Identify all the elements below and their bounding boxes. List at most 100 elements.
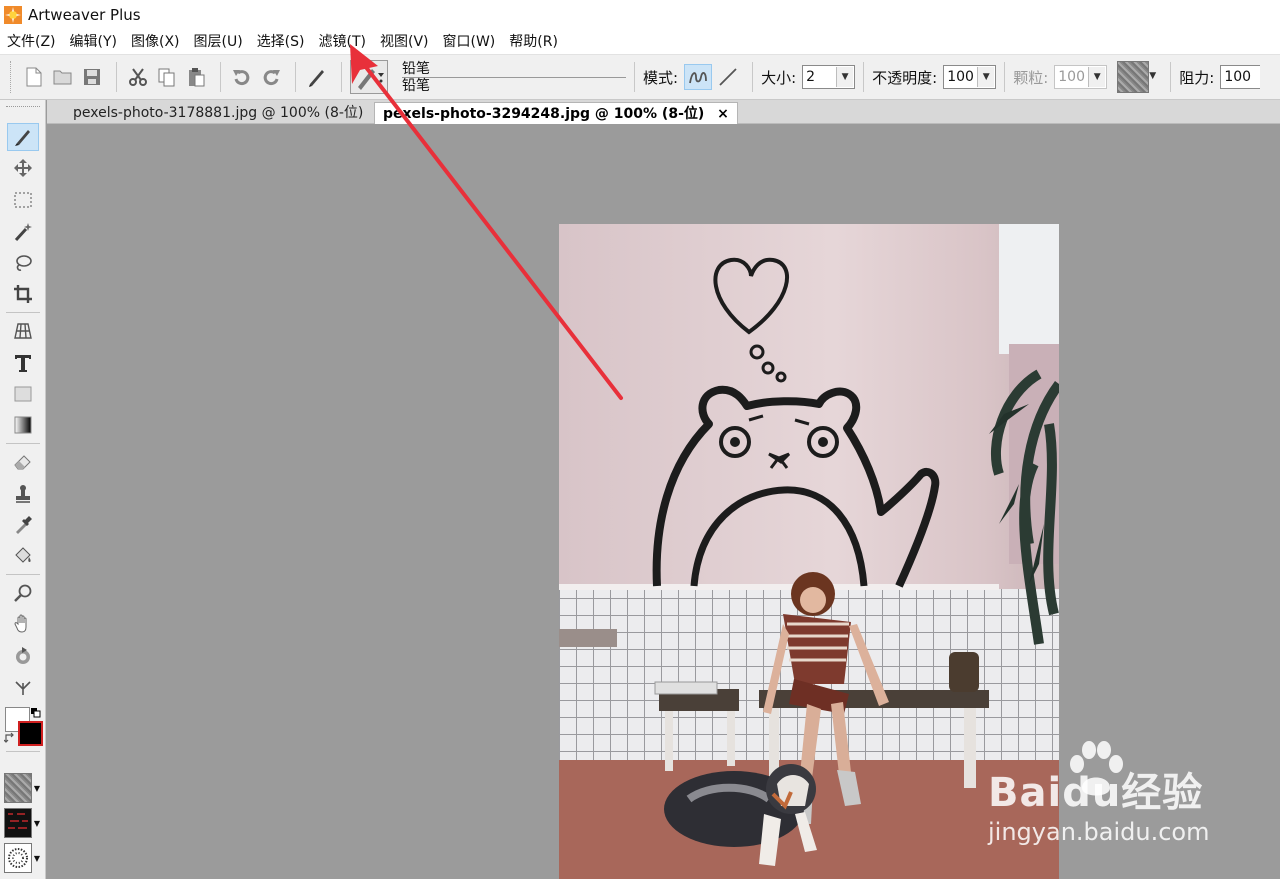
chevron-down-icon[interactable]: ▼ <box>977 67 995 87</box>
copy-button[interactable] <box>154 64 180 90</box>
toolbar-separator <box>295 62 296 92</box>
rect-select-tool[interactable] <box>7 186 39 214</box>
chevron-down-icon[interactable]: ▼ <box>32 808 42 838</box>
size-label: 大小: <box>761 68 797 87</box>
pencil-icon <box>309 70 324 87</box>
shape-tool[interactable] <box>7 380 39 408</box>
menu-edit[interactable]: 编辑(Y) <box>63 30 124 54</box>
pattern-preset-swatch[interactable] <box>4 808 32 838</box>
redo-button[interactable] <box>258 64 284 90</box>
opacity-value: 100 <box>947 69 974 85</box>
brush-tip-preset-swatch[interactable] <box>4 843 32 873</box>
move-icon <box>14 159 32 177</box>
tools-separator <box>6 312 40 313</box>
new-file-button[interactable] <box>21 64 47 90</box>
preset-variant-label: 铅笔 <box>402 76 626 94</box>
close-icon[interactable]: × <box>717 106 729 122</box>
menu-layer[interactable]: 图层(U) <box>187 30 250 54</box>
menu-filter[interactable]: 滤镜(T) <box>312 30 373 54</box>
tools-separator <box>6 443 40 444</box>
swap-colors-icon[interactable] <box>4 732 16 744</box>
grain-label: 颗粒: <box>1013 68 1049 87</box>
crop-tool[interactable] <box>7 280 39 308</box>
chevron-down-icon[interactable]: ▼ <box>836 67 854 87</box>
menu-file[interactable]: 文件(Z) <box>0 30 63 54</box>
watermark-brand: Baidu经验 <box>988 770 1204 816</box>
brush-preset-selector[interactable] <box>350 60 388 94</box>
eraser-tool[interactable] <box>7 448 39 476</box>
tab-document-2[interactable]: pexels-photo-3294248.jpg @ 100% (8-位) × <box>374 102 738 124</box>
panel-grip[interactable] <box>6 106 40 107</box>
resistance-combo[interactable]: 100 <box>1220 65 1261 89</box>
clone-stamp-tool[interactable] <box>7 480 39 508</box>
text-tool[interactable] <box>7 349 39 377</box>
tab-label: pexels-photo-3178881.jpg @ 100% (8-位) <box>73 105 364 121</box>
grain-combo[interactable]: 100 ▼ <box>1054 65 1108 89</box>
menu-view[interactable]: 视图(V) <box>373 30 436 54</box>
brush-tool[interactable] <box>7 123 39 151</box>
opacity-combo[interactable]: 100 ▼ <box>943 65 997 89</box>
toolbar-separator <box>752 62 754 92</box>
eraser-icon <box>14 455 31 470</box>
brush-preset-names: 铅笔 铅笔 <box>402 61 626 94</box>
toolbar-separator <box>116 62 117 92</box>
baidu-watermark: Baidu经验 jingyan.baidu.com <box>980 738 1250 858</box>
freehand-mode-button[interactable] <box>684 64 713 90</box>
hand-tool[interactable] <box>7 610 39 638</box>
cut-button[interactable] <box>125 64 151 90</box>
chevron-down-icon[interactable]: ▼ <box>32 843 42 873</box>
copy-icon <box>158 68 175 87</box>
rectangle-shape-icon <box>14 386 32 402</box>
symmetry-tool[interactable] <box>7 673 39 701</box>
undo-button[interactable] <box>229 64 255 90</box>
toolbar-separator <box>863 62 865 92</box>
resistance-value: 100 <box>1224 69 1252 85</box>
symmetry-icon <box>15 681 31 695</box>
magic-wand-icon <box>14 223 32 242</box>
toolbar-separator <box>1170 62 1172 92</box>
size-combo[interactable]: 2 ▼ <box>802 65 856 89</box>
mode-label: 模式: <box>643 68 679 87</box>
artweaver-logo-icon <box>4 6 22 24</box>
undo-icon <box>233 70 250 86</box>
app-title: Artweaver Plus <box>28 6 141 24</box>
chevron-down-icon[interactable]: ▼ <box>1088 67 1106 87</box>
scissors-icon <box>129 68 147 86</box>
foreground-color-swatch[interactable] <box>18 721 43 746</box>
perspective-tool[interactable] <box>7 317 39 345</box>
paste-button[interactable] <box>183 64 209 90</box>
texture-preset-swatch[interactable] <box>4 773 32 803</box>
menu-help[interactable]: 帮助(R) <box>502 30 565 54</box>
line-mode-button[interactable] <box>714 64 742 90</box>
lasso-tool[interactable] <box>7 249 39 277</box>
paint-bucket-icon <box>15 547 31 563</box>
move-tool[interactable] <box>7 154 39 182</box>
eyedropper-tool[interactable] <box>7 511 39 539</box>
opacity-label: 不透明度: <box>872 68 938 87</box>
menu-select[interactable]: 选择(S) <box>250 30 312 54</box>
texture-dropdown[interactable]: ▼ <box>1149 65 1162 89</box>
gradient-icon <box>14 416 32 434</box>
toolbar-grip[interactable] <box>10 61 13 93</box>
magic-wand-tool[interactable] <box>7 218 39 246</box>
gradient-tool[interactable] <box>7 411 39 439</box>
tab-document-1[interactable]: pexels-photo-3178881.jpg @ 100% (8-位) <box>65 102 371 124</box>
rotate-tool[interactable] <box>7 642 39 670</box>
zoom-tool[interactable] <box>7 579 39 607</box>
menu-image[interactable]: 图像(X) <box>124 30 187 54</box>
resistance-label: 阻力: <box>1179 68 1215 87</box>
chevron-down-icon[interactable]: ▼ <box>1144 66 1161 86</box>
rotate-view-icon <box>16 647 30 664</box>
tools-separator <box>6 751 40 752</box>
default-colors-icon[interactable] <box>31 708 41 718</box>
paint-bucket-tool[interactable] <box>7 542 39 570</box>
open-file-button[interactable] <box>50 64 76 90</box>
menu-window[interactable]: 窗口(W) <box>436 30 503 54</box>
chevron-down-icon[interactable]: ▼ <box>32 773 42 803</box>
lasso-icon <box>16 255 32 271</box>
brush-settings-button[interactable] <box>304 64 330 90</box>
menu-bar: 文件(Z) 编辑(Y) 图像(X) 图层(U) 选择(S) 滤镜(T) 视图(V… <box>0 30 1280 54</box>
save-file-button[interactable] <box>79 64 105 90</box>
paste-icon <box>189 68 205 87</box>
tools-separator <box>6 574 40 575</box>
